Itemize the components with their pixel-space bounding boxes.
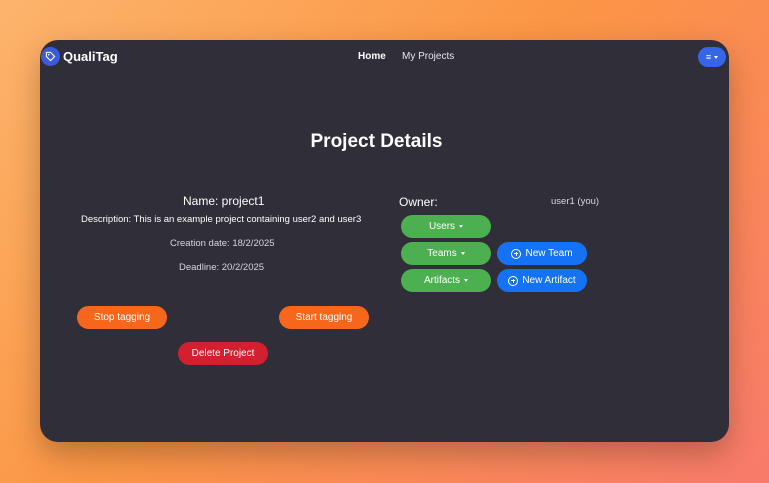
menu-icon: ≡ xyxy=(705,52,712,62)
new-team-label: New Team xyxy=(525,248,573,259)
teams-button-label: Teams xyxy=(427,248,457,259)
brand-name[interactable]: QualiTag xyxy=(63,49,118,64)
tag-logo-icon xyxy=(41,47,60,66)
app-window: QualiTag Home My Projects ≡ Project Deta… xyxy=(40,40,729,442)
project-name: Name: project1 xyxy=(183,194,265,208)
start-tagging-button[interactable]: Start tagging xyxy=(279,306,369,329)
chevron-down-icon xyxy=(460,252,465,255)
nav-my-projects-link[interactable]: My Projects xyxy=(402,51,454,62)
users-dropdown-button[interactable]: Users xyxy=(401,215,491,238)
chevron-down-icon xyxy=(459,225,464,228)
owner-value: user1 (you) xyxy=(551,196,600,207)
navbar: QualiTag Home My Projects ≡ xyxy=(40,40,729,74)
deadline: Deadline: 20/2/2025 xyxy=(179,262,265,273)
plus-circle-icon xyxy=(508,275,519,286)
delete-project-button[interactable]: Delete Project xyxy=(178,342,268,365)
artifacts-button-label: Artifacts xyxy=(423,275,461,286)
chevron-down-icon xyxy=(464,279,469,282)
user-menu-button[interactable]: ≡ xyxy=(698,47,726,67)
creation-date: Creation date: 18/2/2025 xyxy=(170,238,275,249)
page-title: Project Details xyxy=(310,131,443,152)
owner-label: Owner: xyxy=(399,195,438,209)
stop-tagging-button[interactable]: Stop tagging xyxy=(77,306,167,329)
teams-dropdown-button[interactable]: Teams xyxy=(401,242,491,265)
new-artifact-button[interactable]: New Artifact xyxy=(497,269,587,292)
chevron-down-icon xyxy=(714,55,719,59)
project-description: Description: This is an example project … xyxy=(81,214,362,225)
new-team-button[interactable]: New Team xyxy=(497,242,587,265)
new-artifact-label: New Artifact xyxy=(522,275,576,286)
users-button-label: Users xyxy=(428,221,456,232)
nav-home-link[interactable]: Home xyxy=(358,51,386,62)
artifacts-dropdown-button[interactable]: Artifacts xyxy=(401,269,491,292)
plus-circle-icon xyxy=(511,248,522,259)
